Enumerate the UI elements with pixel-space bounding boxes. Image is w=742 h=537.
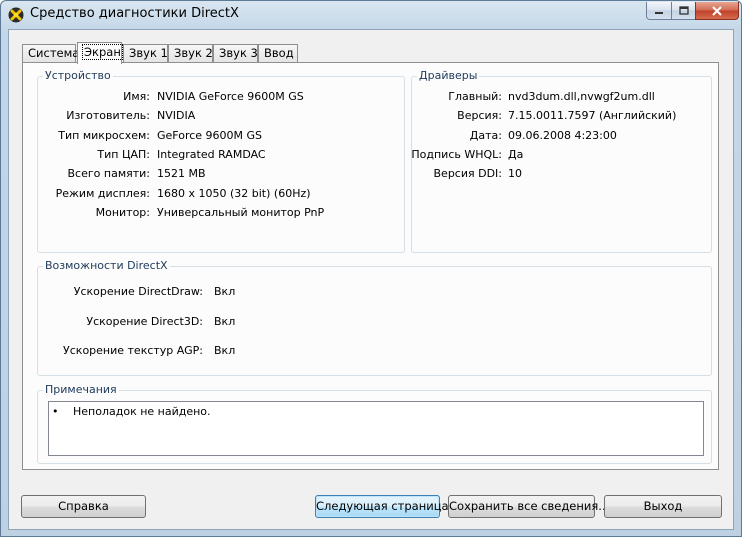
features-group-label: Возможности DirectX xyxy=(43,259,170,272)
directdraw-accel-label: Ускорение DirectDraw: xyxy=(73,285,203,298)
ddi-version-label: Версия DDI: xyxy=(433,167,503,180)
title-bar[interactable]: Средство диагностики DirectX xyxy=(1,1,741,28)
chip-type-label: Тип микросхем: xyxy=(58,129,150,142)
agp-accel-value: Вкл xyxy=(214,344,236,357)
main-driver-label: Главный: xyxy=(448,90,502,103)
tab-label: Экран xyxy=(82,44,123,60)
tab-system[interactable]: Система xyxy=(22,44,80,63)
tab-label: Звук 1 xyxy=(129,46,168,60)
directx-icon xyxy=(8,7,24,23)
tab-label: Звук 2 xyxy=(174,46,213,60)
tab-sound-3[interactable]: Звук 3 xyxy=(213,44,258,63)
driver-date-value: 09.06.2008 4:23:00 xyxy=(508,129,617,142)
tab-label: Система xyxy=(28,46,80,60)
device-name-label: Имя: xyxy=(123,90,150,103)
save-all-info-button[interactable]: Сохранить все сведения... xyxy=(448,495,609,518)
display-tab-panel: Устройство Имя: NVIDIA GeForce 9600M GS … xyxy=(22,62,719,470)
help-button-label: Справка xyxy=(58,499,109,513)
minimize-icon xyxy=(655,11,663,14)
tab-label: Звук 3 xyxy=(219,46,258,60)
manufacturer-label: Изготовитель: xyxy=(66,109,150,122)
help-button[interactable]: Справка xyxy=(21,495,146,518)
driver-version-value: 7.15.0011.7597 (Английский) xyxy=(508,109,677,122)
notes-group: Примечания • Неполадок не найдено. xyxy=(37,383,712,464)
monitor-value: Универсальный монитор PnP xyxy=(157,206,325,219)
next-page-button-label: Следующая страница xyxy=(316,499,449,513)
directdraw-accel-value: Вкл xyxy=(214,285,236,298)
minimize-button[interactable] xyxy=(646,2,672,20)
main-driver-value: nvd3dum.dll,nvwgf2um.dll xyxy=(508,90,655,103)
maximize-icon xyxy=(678,6,689,15)
chip-type-value: GeForce 9600M GS xyxy=(157,129,263,142)
window-title: Средство диагностики DirectX xyxy=(30,6,239,21)
display-mode-label: Режим дисплея: xyxy=(55,187,150,200)
client-area: Система Экран Звук 1 Звук 2 Звук 3 Ввод … xyxy=(8,29,734,530)
notes-textbox[interactable]: • Неполадок не найдено. xyxy=(48,401,704,456)
monitor-label: Монитор: xyxy=(95,206,150,219)
total-memory-value: 1521 MB xyxy=(157,167,206,180)
whql-label: Подпись WHQL: xyxy=(411,148,502,161)
notes-group-label: Примечания xyxy=(43,383,119,396)
close-icon xyxy=(712,5,722,16)
device-name-value: NVIDIA GeForce 9600M GS xyxy=(157,90,304,103)
exit-button-label: Выход xyxy=(643,499,683,513)
maximize-button[interactable] xyxy=(671,2,696,20)
driver-date-label: Дата: xyxy=(469,129,502,142)
manufacturer-value: NVIDIA xyxy=(157,109,196,122)
whql-value: Да xyxy=(508,148,524,161)
direct3d-accel-label: Ускорение Direct3D: xyxy=(86,315,203,328)
tab-label: Ввод xyxy=(264,46,294,60)
tab-sound-2[interactable]: Звук 2 xyxy=(168,44,213,63)
direct3d-accel-value: Вкл xyxy=(214,315,236,328)
ddi-version-value: 10 xyxy=(508,167,522,180)
save-all-info-button-label: Сохранить все сведения... xyxy=(449,499,610,513)
total-memory-label: Всего памяти: xyxy=(67,167,150,180)
drivers-group-label: Драйверы xyxy=(417,69,480,82)
tab-sound-1[interactable]: Звук 1 xyxy=(123,44,168,63)
directx-diag-window: Средство диагностики DirectX Система Экр… xyxy=(0,0,742,537)
notes-bullet: • xyxy=(52,405,59,418)
dac-type-value: Integrated RAMDAC xyxy=(157,148,266,161)
display-mode-value: 1680 x 1050 (32 bit) (60Hz) xyxy=(157,187,311,200)
agp-accel-label: Ускорение текстур AGP: xyxy=(63,344,203,357)
tab-display[interactable]: Экран xyxy=(77,42,123,64)
close-window-button[interactable] xyxy=(695,2,739,20)
tab-input[interactable]: Ввод xyxy=(258,44,298,63)
directx-features-group: Возможности DirectX Ускорение DirectDraw… xyxy=(37,259,712,376)
drivers-group: Драйверы Главный: nvd3dum.dll,nvwgf2um.d… xyxy=(411,69,712,253)
exit-button[interactable]: Выход xyxy=(604,495,722,518)
dac-type-label: Тип ЦАП: xyxy=(97,148,150,161)
driver-version-label: Версия: xyxy=(457,109,502,122)
next-page-button[interactable]: Следующая страница xyxy=(315,495,449,518)
notes-text: Неполадок не найдено. xyxy=(73,405,211,418)
device-group: Устройство Имя: NVIDIA GeForce 9600M GS … xyxy=(37,69,405,253)
device-group-label: Устройство xyxy=(43,69,113,82)
